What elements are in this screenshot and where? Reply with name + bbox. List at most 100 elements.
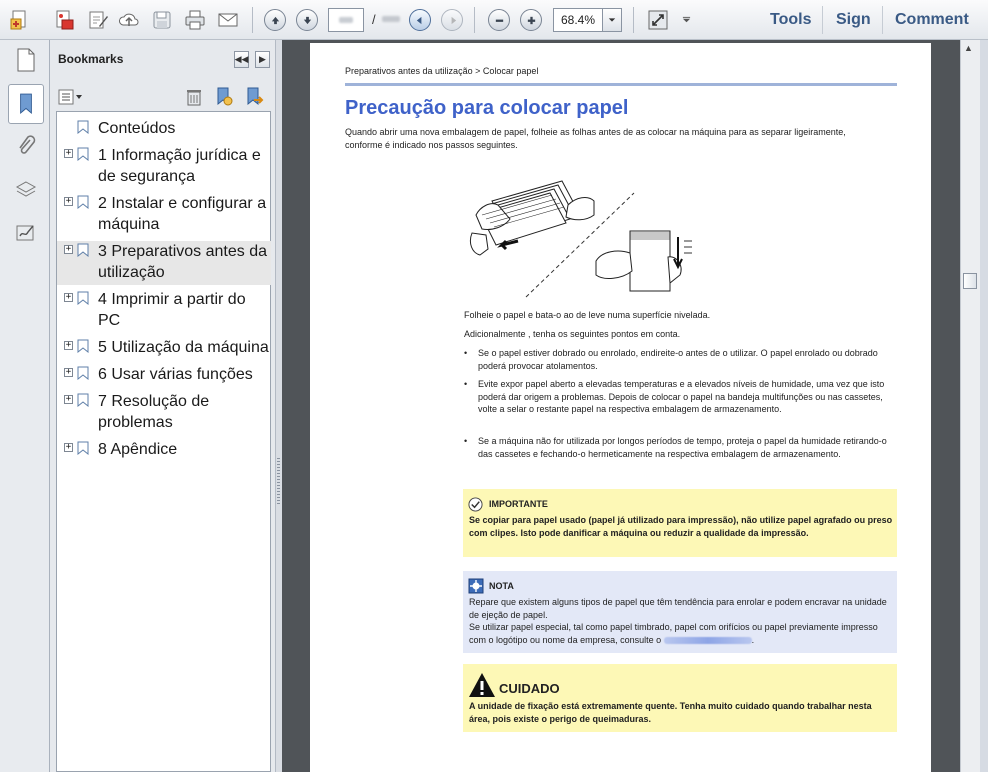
expand-bookmark-icon[interactable]	[244, 86, 264, 108]
expand-toggle[interactable]: +	[64, 341, 73, 350]
bullet-item: • Se o papel estiver dobrado ou enrolado…	[464, 347, 896, 373]
zoom-in-icon[interactable]	[519, 8, 543, 32]
note-heading: NOTA	[489, 581, 514, 591]
toolbar-options-icon[interactable]	[677, 8, 695, 32]
bookmark-item[interactable]: + 6 Usar várias funções	[57, 364, 271, 387]
bookmark-icon	[77, 339, 89, 353]
bullet-marker: •	[464, 436, 468, 446]
bookmarks-header: Bookmarks ◀◀ ▶	[50, 40, 276, 80]
bookmark-item-selected[interactable]: + 3 Preparativos antes da utilização	[57, 241, 271, 285]
scroll-up-arrow[interactable]: ▲	[964, 43, 973, 53]
pdf-viewer-window: / 68.4% Tools Sign Comment Bookmarks ◀◀ …	[0, 0, 988, 772]
print-icon[interactable]	[183, 8, 207, 32]
pdf-page: Preparativos antes da utilização > Coloc…	[310, 43, 931, 772]
expand-toggle[interactable]: +	[64, 293, 73, 302]
expand-toggle[interactable]: +	[64, 443, 73, 452]
previous-view-icon[interactable]	[408, 8, 432, 32]
caution-text: A unidade de fixação está extremamente q…	[469, 701, 872, 724]
collapse-panel-button[interactable]: ◀◀	[234, 51, 249, 68]
main-toolbar: / 68.4% Tools Sign Comment	[0, 0, 988, 40]
bookmark-icon	[77, 120, 89, 134]
important-check-icon	[468, 497, 483, 512]
new-bookmark-icon[interactable]	[214, 86, 234, 108]
bookmark-icon	[77, 243, 89, 257]
fit-page-icon[interactable]	[646, 8, 670, 32]
bookmarks-title: Bookmarks	[58, 52, 124, 66]
expand-toggle[interactable]: +	[64, 245, 73, 254]
bookmark-label: 1 Informação jurídica e de segurança	[98, 147, 261, 185]
note-text-2: Se utilizar papel especial, tal como pap…	[469, 621, 893, 646]
upload-cloud-icon[interactable]	[117, 8, 141, 32]
delete-bookmark-icon[interactable]	[185, 87, 203, 107]
bookmark-item[interactable]: + 5 Utilização da máquina	[57, 337, 271, 360]
sign-form-icon[interactable]	[86, 8, 110, 32]
pages-panel-icon[interactable]	[12, 45, 40, 75]
expand-toggle[interactable]: +	[64, 197, 73, 206]
header-rule	[345, 83, 897, 86]
options-menu-icon[interactable]	[58, 89, 84, 105]
attachments-panel-icon[interactable]	[12, 132, 40, 162]
caution-heading: CUIDADO	[499, 681, 560, 696]
paper-fanning-illustration	[469, 180, 692, 298]
tools-link[interactable]: Tools	[770, 11, 811, 29]
previous-page-icon[interactable]	[263, 8, 287, 32]
important-box: IMPORTANTE Se copiar para papel usado (p…	[463, 489, 897, 557]
bookmark-item[interactable]: + 1 Informação jurídica e de segurança	[57, 145, 271, 189]
expand-toggle[interactable]: +	[64, 149, 73, 158]
additional-text: Adicionalmente , tenha os seguintes pont…	[464, 329, 681, 339]
page-count	[382, 16, 400, 22]
splitter-grip[interactable]	[277, 458, 280, 506]
chevron-down-icon	[608, 18, 616, 22]
next-view-icon[interactable]	[440, 8, 464, 32]
next-page-icon[interactable]	[295, 8, 319, 32]
bookmark-item[interactable]: + 8 Apêndice	[57, 439, 271, 462]
intro-paragraph: Quando abrir uma nova embalagem de papel…	[345, 127, 846, 150]
page-breadcrumb: Preparativos antes da utilização > Coloc…	[345, 66, 539, 76]
bullet-item: • Evite expor papel aberto a elevadas te…	[464, 378, 896, 430]
bookmark-item[interactable]: + 4 Imprimir a partir do PC	[57, 289, 271, 333]
note-text-2-end: .	[751, 634, 755, 645]
bookmark-label: 5 Utilização da máquina	[98, 339, 269, 356]
create-pdf-icon[interactable]	[8, 8, 32, 32]
scrollbar-thumb[interactable]	[963, 273, 977, 289]
reference-link[interactable]	[663, 636, 752, 644]
bookmark-item[interactable]: Conteúdos	[57, 118, 271, 141]
bookmark-item[interactable]: + 7 Resolução de problemas	[57, 391, 271, 435]
bookmark-label: 3 Preparativos antes da utilização	[98, 243, 267, 281]
bookmark-icon	[77, 441, 89, 455]
bookmarks-tree: Conteúdos + 1 Informação jurídica e de s…	[56, 111, 271, 772]
expand-panel-button[interactable]: ▶	[255, 51, 270, 68]
page-number-input[interactable]	[328, 8, 364, 32]
bookmarks-toolbar	[50, 80, 276, 112]
window-edge	[980, 40, 988, 772]
bookmark-label: 4 Imprimir a partir do PC	[98, 291, 246, 329]
email-icon[interactable]	[216, 8, 240, 32]
bookmark-icon	[77, 366, 89, 380]
edit-pdf-icon[interactable]	[52, 8, 76, 32]
vertical-scrollbar[interactable]	[960, 40, 980, 772]
important-text: Se copiar para papel usado (papel já uti…	[469, 515, 893, 538]
bookmark-item[interactable]: + 2 Instalar e configurar a máquina	[57, 193, 271, 237]
comment-link[interactable]: Comment	[895, 11, 969, 29]
bookmark-icon	[77, 393, 89, 407]
layers-panel-icon[interactable]	[12, 175, 40, 205]
zoom-value: 68.4%	[561, 13, 596, 27]
bookmark-label: Conteúdos	[98, 120, 176, 137]
bullet-text: Se o papel estiver dobrado ou enrolado, …	[478, 348, 878, 371]
navigation-pane-strip	[0, 40, 50, 772]
signatures-panel-icon[interactable]	[12, 218, 40, 248]
page-title: Precaução para colocar papel	[345, 97, 629, 119]
bullet-item: • Se a máquina não for utilizada por lon…	[464, 435, 896, 475]
bookmark-icon	[77, 147, 89, 161]
save-icon[interactable]	[150, 8, 174, 32]
bookmark-icon	[77, 291, 89, 305]
expand-toggle[interactable]: +	[64, 368, 73, 377]
zoom-input[interactable]: 68.4%	[553, 8, 603, 32]
zoom-dropdown[interactable]	[602, 8, 622, 32]
bullet-marker: •	[464, 348, 468, 358]
expand-toggle[interactable]: +	[64, 395, 73, 404]
sign-link[interactable]: Sign	[836, 11, 871, 29]
zoom-out-icon[interactable]	[487, 8, 511, 32]
bookmarks-panel-icon[interactable]	[8, 84, 44, 124]
bookmark-label: 6 Usar várias funções	[98, 366, 253, 383]
